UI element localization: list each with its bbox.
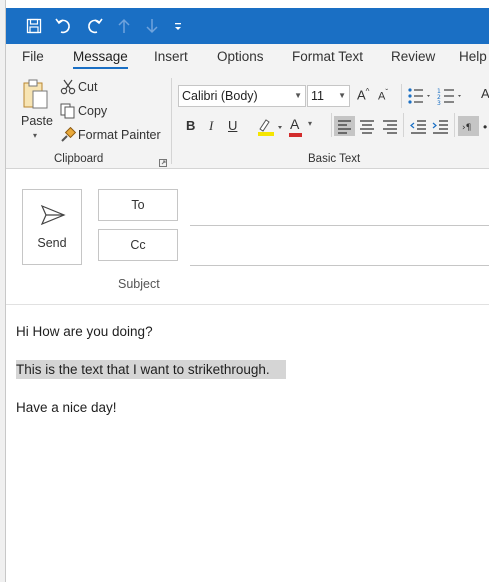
italic-button[interactable]: I xyxy=(209,118,213,134)
subject-field[interactable] xyxy=(190,272,489,284)
clipboard-group-label: Clipboard xyxy=(54,153,104,165)
paintbrush-icon xyxy=(60,126,77,146)
grow-font-icon[interactable]: A^ xyxy=(357,87,369,102)
font-name-value: Calibri (Body) xyxy=(182,89,258,103)
dialog-launcher-icon[interactable] xyxy=(159,156,167,170)
tab-options[interactable]: Options xyxy=(217,49,264,64)
align-right-icon[interactable] xyxy=(380,116,400,139)
to-field[interactable] xyxy=(190,225,489,226)
down-arrow-icon[interactable] xyxy=(138,8,166,44)
button-separator xyxy=(401,84,402,108)
chevron-down-icon: ▾ xyxy=(33,131,38,140)
paste-button[interactable]: Paste ▾ xyxy=(14,78,56,144)
header-body-divider xyxy=(6,304,489,305)
to-button[interactable]: To xyxy=(98,189,178,221)
send-icon xyxy=(40,204,66,229)
send-button[interactable]: Send xyxy=(22,189,82,265)
font-name-combo[interactable]: Calibri (Body) ▼ xyxy=(178,85,306,107)
tab-format-text[interactable]: Format Text xyxy=(292,49,363,64)
tab-insert[interactable]: Insert xyxy=(154,49,188,64)
customize-qat-icon[interactable] xyxy=(168,8,188,44)
copy-label: Copy xyxy=(78,104,108,118)
subject-label: Subject xyxy=(118,277,160,291)
selected-text[interactable]: This is the text that I want to striketh… xyxy=(16,360,286,379)
increase-indent-icon[interactable] xyxy=(430,116,450,139)
title-bar xyxy=(6,8,489,44)
format-painter-label: Format Painter xyxy=(78,128,161,142)
align-center-icon[interactable] xyxy=(357,116,377,139)
tab-help[interactable]: Help xyxy=(459,49,487,64)
chevron-down-icon: ▼ xyxy=(338,91,346,100)
message-body[interactable]: Hi How are you doing? This is the text t… xyxy=(6,306,489,582)
numbering-icon[interactable]: 123 xyxy=(437,87,465,108)
cc-field[interactable] xyxy=(190,265,489,266)
font-color-swatch xyxy=(289,133,302,137)
font-size-combo[interactable]: 11 ▼ xyxy=(307,85,350,107)
undo-icon[interactable] xyxy=(50,8,78,44)
svg-text:3: 3 xyxy=(437,100,441,105)
underline-button[interactable]: U xyxy=(228,118,237,133)
chevron-down-icon: ▼ xyxy=(294,91,302,100)
copy-icon xyxy=(60,103,76,122)
body-line-greeting: Hi How are you doing? xyxy=(16,324,153,339)
button-separator xyxy=(454,113,455,137)
message-window: File Message Insert Options Format Text … xyxy=(6,0,489,582)
highlighter-icon[interactable] xyxy=(256,117,286,140)
bold-button[interactable]: B xyxy=(186,118,195,133)
group-separator xyxy=(171,78,172,164)
bullets-icon[interactable] xyxy=(407,87,433,108)
shrink-font-icon[interactable]: Aˇ xyxy=(378,88,388,103)
scissors-icon xyxy=(60,79,76,98)
body-line-closing: Have a nice day! xyxy=(16,400,117,415)
align-left-button[interactable] xyxy=(334,116,355,136)
send-label: Send xyxy=(37,236,67,250)
ribbon: Paste ▾ Cut Copy Format Painter Clipboar… xyxy=(6,72,489,169)
cc-button[interactable]: Cc xyxy=(98,229,178,261)
font-size-value: 11 xyxy=(311,89,324,103)
tab-review[interactable]: Review xyxy=(391,49,435,64)
up-arrow-icon[interactable] xyxy=(110,8,138,44)
cut-label: Cut xyxy=(78,80,98,94)
clipboard-paste-icon xyxy=(22,78,50,113)
basic-text-group-label: Basic Text xyxy=(308,153,361,165)
tab-file[interactable]: File xyxy=(22,49,44,64)
save-icon[interactable] xyxy=(20,8,48,44)
redo-icon[interactable] xyxy=(80,8,108,44)
svg-text:›¶: ›¶ xyxy=(462,123,471,133)
chevron-down-icon: ▾ xyxy=(308,119,313,128)
button-separator xyxy=(331,113,332,137)
body-line-selected: This is the text that I want to striketh… xyxy=(16,360,286,379)
button-separator xyxy=(403,113,404,137)
ribbon-tabs: File Message Insert Options Format Text … xyxy=(6,44,489,72)
ltr-text-direction-button[interactable]: ›¶ xyxy=(458,116,479,136)
rtl-text-direction-icon[interactable]: • xyxy=(483,120,487,134)
tab-message[interactable]: Message xyxy=(73,49,128,69)
clear-formatting-icon[interactable]: A xyxy=(481,86,489,101)
decrease-indent-icon[interactable] xyxy=(408,116,428,139)
paste-label: Paste xyxy=(21,114,53,128)
font-color-letter: A xyxy=(290,116,300,132)
